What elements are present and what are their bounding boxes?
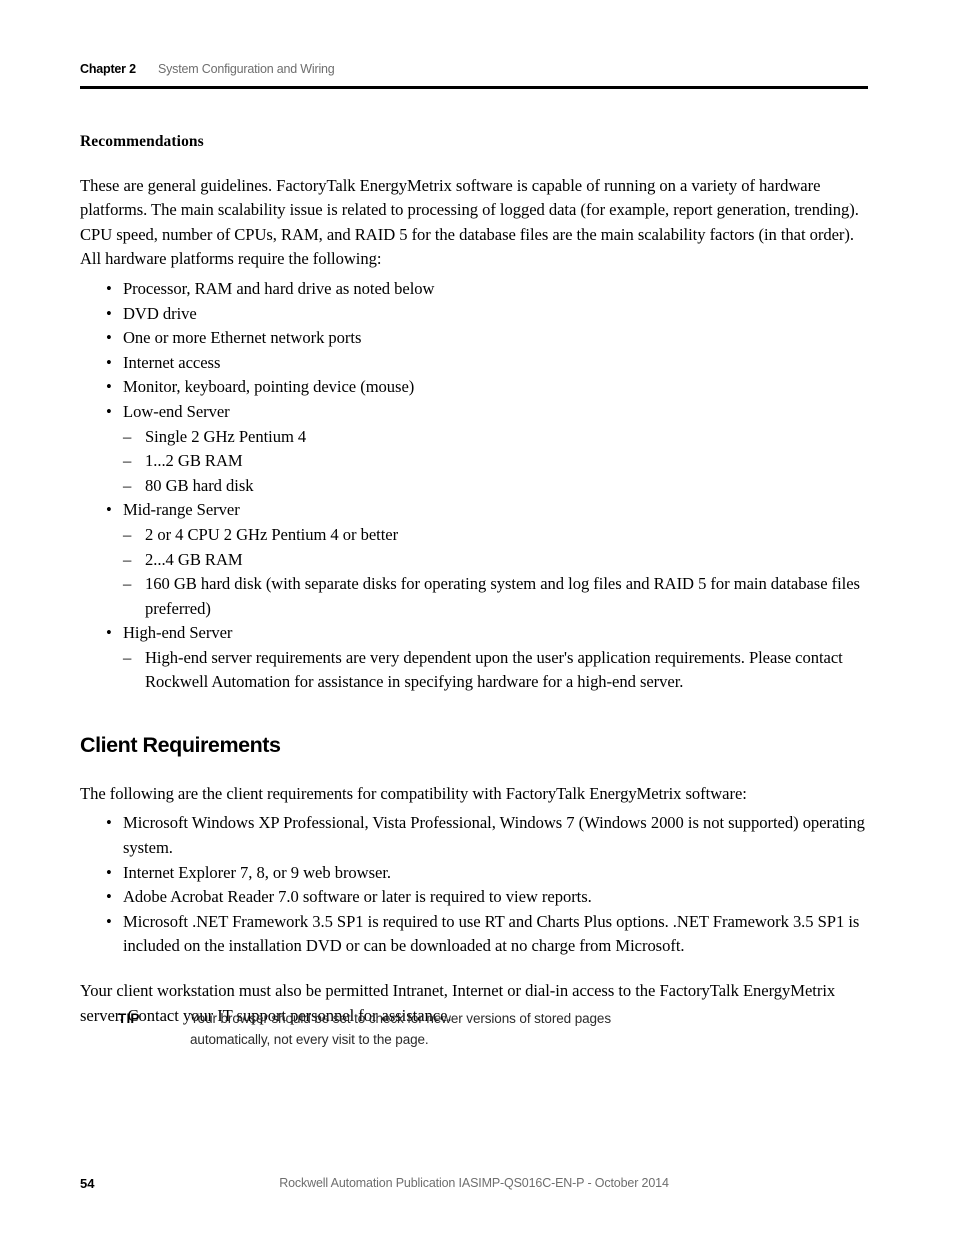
sub-list-item: – 2...4 GB RAM xyxy=(123,548,868,573)
list-item-text: Internet access xyxy=(123,352,221,372)
bullet-glyph: • xyxy=(106,862,112,882)
tip-callout: TIP Your browser should be set to check … xyxy=(118,1008,818,1050)
bullet-glyph: • xyxy=(106,377,112,397)
header-chapter-title: System Configuration and Wiring xyxy=(158,62,335,76)
recommendations-bullet-list: • Processor, RAM and hard drive as noted… xyxy=(80,277,868,695)
list-item: • Mid-range Server – 2 or 4 CPU 2 GHz Pe… xyxy=(80,498,868,621)
list-item-text: Processor, RAM and hard drive as noted b… xyxy=(123,278,435,298)
list-item: • Adobe Acrobat Reader 7.0 software or l… xyxy=(80,885,868,910)
recommendations-intro-paragraph: These are general guidelines. FactoryTal… xyxy=(80,175,859,269)
page-content: Recommendations These are general guidel… xyxy=(80,133,868,1028)
sub-list-item-text: 1...2 GB RAM xyxy=(145,451,243,471)
sub-list-item: – Single 2 GHz Pentium 4 xyxy=(123,425,868,450)
sub-list-item-text: High-end server requirements are very de… xyxy=(145,647,843,692)
page-title: Client Requirements xyxy=(80,733,281,758)
dash-glyph: – xyxy=(123,549,132,569)
client-requirements-bullet-list: • Microsoft Windows XP Professional, Vis… xyxy=(80,811,868,959)
dash-glyph: – xyxy=(123,426,132,446)
bullet-glyph: • xyxy=(106,328,112,348)
list-item-text: One or more Ethernet network ports xyxy=(123,328,362,348)
sub-list-item-text: Single 2 GHz Pentium 4 xyxy=(145,426,307,446)
dash-glyph: – xyxy=(123,524,132,544)
sub-list-item: – 80 GB hard disk xyxy=(123,474,868,499)
list-item: • High-end Server – High-end server requ… xyxy=(80,621,868,695)
list-item-text: Internet Explorer 7, 8, or 9 web browser… xyxy=(123,862,391,882)
list-item-text: Microsoft .NET Framework 3.5 SP1 is requ… xyxy=(123,911,860,956)
dash-glyph: – xyxy=(123,647,132,667)
sub-list-item: – 1...2 GB RAM xyxy=(123,449,868,474)
page-header: Chapter 2 System Configuration and Wirin… xyxy=(80,62,868,76)
list-item-text: Monitor, keyboard, pointing device (mous… xyxy=(123,377,415,397)
bullet-glyph: • xyxy=(106,278,112,298)
sub-list-item: – High-end server requirements are very … xyxy=(123,646,868,695)
document-page: Chapter 2 System Configuration and Wirin… xyxy=(0,0,954,1235)
sub-list-item-text: 2...4 GB RAM xyxy=(145,549,243,569)
tip-label: TIP xyxy=(118,1011,140,1026)
sub-list: – High-end server requirements are very … xyxy=(123,646,868,695)
sub-list: – Single 2 GHz Pentium 4 – 1...2 GB RAM … xyxy=(123,425,868,499)
list-item: • Microsoft Windows XP Professional, Vis… xyxy=(80,811,868,860)
bullet-glyph: • xyxy=(106,887,112,907)
list-item-text: DVD drive xyxy=(123,303,197,323)
recommendations-subhead: Recommendations xyxy=(80,133,204,150)
bullet-glyph: • xyxy=(106,500,112,520)
sub-list-item-text: 160 GB hard disk (with separate disks fo… xyxy=(145,574,860,618)
tip-text: Your browser should be set to check for … xyxy=(190,1011,611,1047)
list-item: • Microsoft .NET Framework 3.5 SP1 is re… xyxy=(80,910,868,959)
bullet-glyph: • xyxy=(106,401,112,421)
header-chapter-label: Chapter 2 xyxy=(80,62,136,76)
list-item-text: Adobe Acrobat Reader 7.0 software or lat… xyxy=(123,887,592,907)
sub-list-item-text: 2 or 4 CPU 2 GHz Pentium 4 or better xyxy=(145,524,399,544)
list-item-text: High-end Server xyxy=(123,623,233,643)
header-rule xyxy=(80,86,868,89)
bullet-glyph: • xyxy=(106,303,112,323)
list-item: • Monitor, keyboard, pointing device (mo… xyxy=(80,375,868,400)
dash-glyph: – xyxy=(123,451,132,471)
list-item: • Processor, RAM and hard drive as noted… xyxy=(80,277,868,302)
publication-line: Rockwell Automation Publication IASIMP-Q… xyxy=(279,1176,669,1190)
list-item-text: Microsoft Windows XP Professional, Vista… xyxy=(123,813,865,857)
sub-list-item: – 2 or 4 CPU 2 GHz Pentium 4 or better xyxy=(123,523,868,548)
dash-glyph: – xyxy=(123,475,132,495)
sub-list-item-text: 80 GB hard disk xyxy=(145,475,254,495)
list-item: • Low-end Server – Single 2 GHz Pentium … xyxy=(80,400,868,498)
client-requirements-intro: The following are the client requirement… xyxy=(80,783,747,803)
dash-glyph: – xyxy=(123,574,132,594)
sub-list: – 2 or 4 CPU 2 GHz Pentium 4 or better –… xyxy=(123,523,868,621)
bullet-glyph: • xyxy=(106,352,112,372)
bullet-glyph: • xyxy=(106,623,112,643)
bullet-glyph: • xyxy=(106,911,112,931)
bullet-glyph: • xyxy=(106,813,112,833)
list-item-text: Low-end Server xyxy=(123,401,230,421)
list-item-text: Mid-range Server xyxy=(123,500,240,520)
sub-list-item: – 160 GB hard disk (with separate disks … xyxy=(123,572,868,621)
list-item: • Internet access xyxy=(80,351,868,376)
list-item: • Internet Explorer 7, 8, or 9 web brows… xyxy=(80,861,868,886)
list-item: • One or more Ethernet network ports xyxy=(80,326,868,351)
list-item: • DVD drive xyxy=(80,302,868,327)
